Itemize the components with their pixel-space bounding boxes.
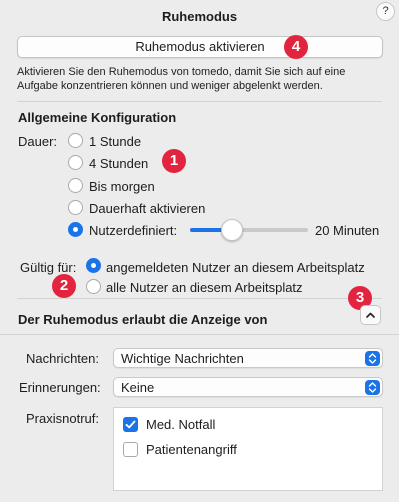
- ruhemodus-panel: Ruhemodus ? Ruhemodus aktivieren 4 Aktiv…: [0, 0, 399, 502]
- radio-label-4-stunden[interactable]: 4 Stunden: [89, 156, 148, 171]
- reminders-select-value: Keine: [121, 380, 155, 395]
- separator: [17, 101, 382, 102]
- up-down-arrows-icon: [365, 351, 380, 366]
- practice-call-list: Med. Notfall Patientenangriff: [113, 407, 383, 491]
- activate-quiet-mode-button[interactable]: Ruhemodus aktivieren: [17, 36, 383, 58]
- messages-label: Nachrichten:: [26, 351, 99, 366]
- radio-circle[interactable]: [86, 279, 101, 294]
- checkbox-label-med-notfall[interactable]: Med. Notfall: [146, 417, 215, 432]
- duration-slider-thumb[interactable]: [221, 219, 243, 241]
- description-text: Aktivieren Sie den Ruhemodus von tomedo,…: [17, 66, 346, 92]
- slider-value: 20: [315, 223, 330, 238]
- radio-4-stunden[interactable]: [68, 155, 83, 173]
- radio-label-all-users[interactable]: alle Nutzer an diesem Arbeitsplatz: [106, 280, 303, 295]
- checkmark-icon: [125, 420, 136, 429]
- separator: [0, 334, 399, 335]
- annotation-marker-2: 2: [52, 274, 76, 298]
- radio-nutzerdefiniert[interactable]: [68, 222, 83, 240]
- duration-slider-track[interactable]: [233, 228, 308, 232]
- up-down-arrows-icon: [365, 380, 380, 395]
- annotation-marker-1: 1: [162, 149, 186, 173]
- duration-label: Dauer:: [18, 134, 58, 149]
- help-button[interactable]: ?: [376, 2, 395, 21]
- reminders-label: Erinnerungen:: [19, 380, 101, 395]
- radio-circle[interactable]: [68, 155, 83, 170]
- radio-bis-morgen[interactable]: [68, 178, 83, 196]
- section-toggle-button[interactable]: [360, 305, 381, 325]
- reminders-select[interactable]: Keine: [113, 377, 383, 397]
- radio-circle[interactable]: [68, 133, 83, 148]
- annotation-marker-4: 4: [284, 35, 308, 59]
- general-config-title: Allgemeine Konfiguration: [18, 110, 177, 125]
- separator: [17, 298, 382, 299]
- radio-dauerhaft[interactable]: [68, 200, 83, 218]
- radio-all-users[interactable]: [86, 279, 101, 297]
- radio-label-current-user[interactable]: angemeldeten Nutzer an diesem Arbeitspla…: [106, 260, 365, 275]
- radio-label-nutzerdefiniert[interactable]: Nutzerdefiniert:: [89, 223, 177, 238]
- radio-label-1-stunde[interactable]: 1 Stunde: [89, 134, 141, 149]
- slider-unit: Minuten: [333, 223, 380, 238]
- messages-select-value: Wichtige Nachrichten: [121, 351, 244, 366]
- radio-circle[interactable]: [68, 178, 83, 193]
- messages-select[interactable]: Wichtige Nachrichten: [113, 348, 383, 368]
- allow-section-title: Der Ruhemodus erlaubt die Anzeige von: [18, 312, 268, 327]
- checkbox-med-notfall[interactable]: [123, 417, 138, 432]
- validity-label: Gültig für:: [20, 260, 77, 275]
- practice-call-label: Praxisnotruf:: [26, 411, 99, 426]
- checkbox-patientenangriff[interactable]: [123, 442, 138, 457]
- checkbox-label-patientenangriff[interactable]: Patientenangriff: [146, 442, 237, 457]
- chevron-up-icon: [366, 312, 375, 318]
- radio-circle-selected[interactable]: [86, 258, 101, 273]
- radio-circle-selected[interactable]: [68, 222, 83, 237]
- radio-1-stunde[interactable]: [68, 133, 83, 151]
- radio-label-dauerhaft[interactable]: Dauerhaft aktivieren: [89, 201, 205, 216]
- radio-current-user[interactable]: [86, 258, 101, 276]
- window-title: Ruhemodus: [161, 9, 238, 24]
- radio-label-bis-morgen[interactable]: Bis morgen: [89, 179, 155, 194]
- radio-circle[interactable]: [68, 200, 83, 215]
